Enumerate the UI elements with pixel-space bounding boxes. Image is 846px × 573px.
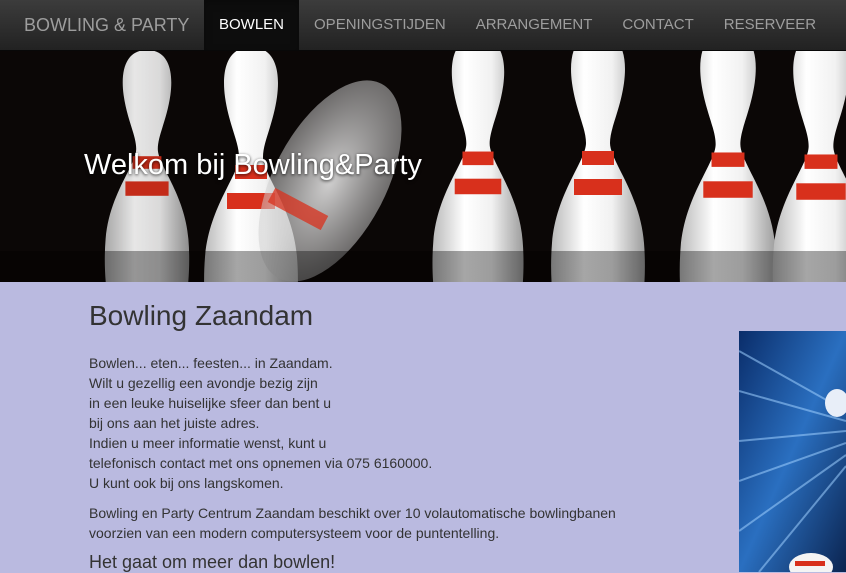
menu-item-openingstijden: OPENINGSTIJDEN [299,0,461,50]
intro-line: in een leuke huiselijke sfeer dan bent u [89,395,332,411]
subheading: Het gaat om meer dan bowlen! [89,552,336,572]
intro-line: Bowlen... eten... feesten... in Zaandam. [89,355,333,371]
lanes-paragraph: Bowling en Party Centrum Zaandam beschik… [89,505,616,541]
intro-text: Bowlen... eten... feesten... in Zaandam.… [89,353,729,493]
bowling-ball-graphic [739,331,846,572]
menu-item-arrangement: ARRANGEMENT [461,0,608,50]
menu-link-contact[interactable]: CONTACT [607,0,708,50]
intro-line: Indien u meer informatie wenst, kunt u [89,435,327,451]
intro-line: Wilt u gezellig een avondje bezig zijn [89,375,318,391]
main-menu: BOWLEN OPENINGSTIJDEN ARRANGEMENT CONTAC… [204,0,831,50]
intro-line: U kunt ook bij ons langskomen. [89,475,284,491]
hero-banner: Welkom bij Bowling&Party [0,51,846,282]
menu-item-reserveer: RESERVEER [709,0,831,50]
menu-link-reserveer[interactable]: RESERVEER [709,0,831,50]
menu-link-openingstijden[interactable]: OPENINGSTIJDEN [299,0,461,50]
menu-link-bowlen[interactable]: BOWLEN [204,0,300,50]
menu-item-contact: CONTACT [607,0,708,50]
brand-link[interactable]: BOWLING & PARTY [24,0,189,50]
hero-title: Welkom bij Bowling&Party [84,149,422,181]
menu-item-bowlen: BOWLEN [204,0,300,50]
main-content: Bowling Zaandam Bowlen... eten... feeste… [89,282,729,573]
menu-link-arrangement[interactable]: ARRANGEMENT [461,0,608,50]
intro-line: bij ons aan het juiste adres. [89,415,260,431]
top-navbar: BOWLING & PARTY BOWLEN OPENINGSTIJDEN AR… [0,0,846,51]
intro-line: telefonisch contact met ons opnemen via … [89,455,433,471]
page-heading: Bowling Zaandam [89,300,314,331]
bowling-ball-image [739,331,846,572]
